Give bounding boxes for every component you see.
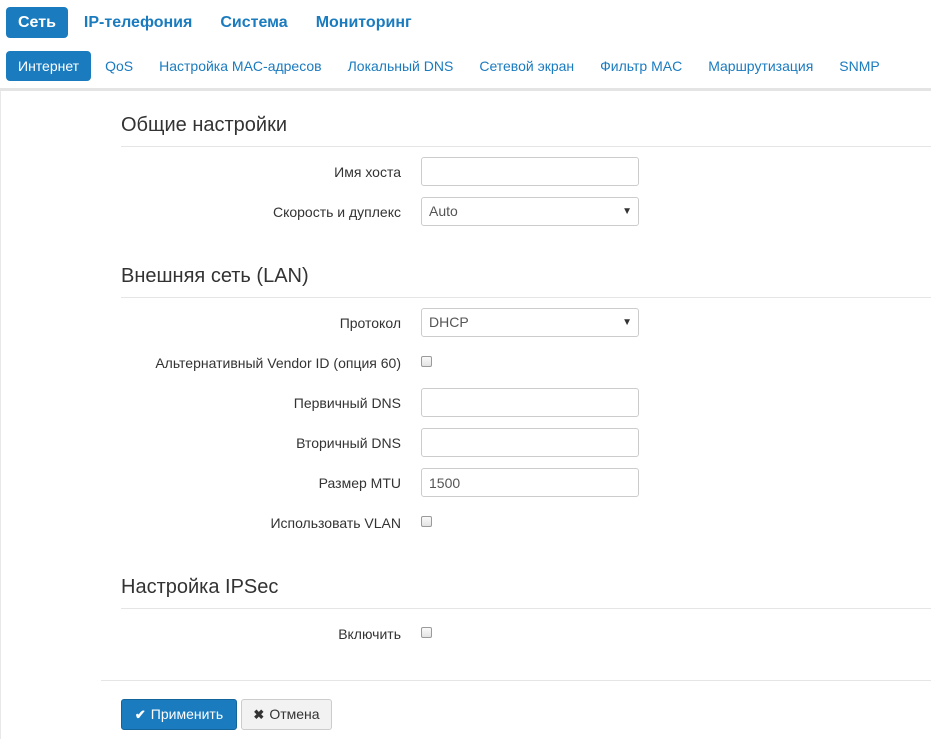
- dropdown-arrow-icon: ▼: [622, 206, 632, 217]
- tab-routing[interactable]: Маршрутизация: [696, 51, 825, 81]
- tab-firewall[interactable]: Сетевой экран: [467, 51, 586, 81]
- vlan-label: Использовать VLAN: [270, 515, 401, 531]
- nav-ip-telephony[interactable]: IP-телефония: [72, 7, 204, 38]
- section-title-ipsec: Настройка IPSec: [121, 576, 279, 598]
- secondary-dns-input[interactable]: [421, 428, 639, 457]
- vlan-checkbox[interactable]: [421, 516, 432, 527]
- tab-qos[interactable]: QoS: [93, 51, 145, 81]
- speed-duplex-label: Скорость и дуплекс: [272, 204, 401, 220]
- speed-duplex-select[interactable]: Auto ▼: [421, 197, 639, 226]
- ipsec-enable-label: Включить: [338, 626, 401, 642]
- section-title-general: Общие настройки: [121, 114, 287, 136]
- protocol-value: DHCP: [429, 314, 469, 330]
- mtu-input[interactable]: [421, 468, 639, 497]
- tab-mac-settings[interactable]: Настройка MAC-адресов: [147, 51, 334, 81]
- ipsec-enable-checkbox[interactable]: [421, 627, 432, 638]
- tab-mac-filter[interactable]: Фильтр MAC: [588, 51, 694, 81]
- apply-button-label: Применить: [150, 706, 224, 722]
- hostname-input[interactable]: [421, 157, 639, 186]
- hostname-label: Имя хоста: [334, 164, 401, 180]
- primary-dns-label: Первичный DNS: [293, 395, 401, 411]
- nav-network[interactable]: Сеть: [6, 6, 68, 38]
- protocol-label: Протокол: [339, 315, 401, 331]
- nav-divider: [0, 88, 931, 91]
- tab-local-dns[interactable]: Локальный DNS: [336, 51, 466, 81]
- sub-nav: Интернет QoS Настройка MAC-адресов Локал…: [6, 51, 894, 81]
- cancel-button-label: Отмена: [269, 706, 320, 722]
- tab-internet[interactable]: Интернет: [6, 51, 92, 81]
- cancel-button[interactable]: ✖ Отмена: [241, 699, 332, 730]
- check-icon: ✔: [134, 707, 146, 722]
- secondary-dns-label: Вторичный DNS: [296, 435, 401, 451]
- speed-duplex-value: Auto: [429, 203, 458, 219]
- close-icon: ✖: [253, 707, 265, 722]
- section-divider-ipsec: [121, 608, 931, 609]
- content-left-border: [0, 91, 1, 739]
- section-title-lan: Внешняя сеть (LAN): [121, 265, 309, 287]
- vendor-id-checkbox[interactable]: [421, 356, 432, 367]
- protocol-select[interactable]: DHCP ▼: [421, 308, 639, 337]
- main-nav: Сеть IP-телефония Система Мониторинг: [6, 6, 428, 38]
- primary-dns-input[interactable]: [421, 388, 639, 417]
- section-divider-general: [121, 146, 931, 147]
- nav-monitoring[interactable]: Мониторинг: [304, 7, 424, 38]
- footer-divider: [101, 680, 931, 681]
- mtu-label: Размер MTU: [318, 475, 401, 491]
- dropdown-arrow-icon: ▼: [622, 317, 632, 328]
- nav-system[interactable]: Система: [208, 7, 299, 38]
- tab-snmp[interactable]: SNMP: [827, 51, 891, 81]
- section-divider-lan: [121, 297, 931, 298]
- vendor-id-label: Альтернативный Vendor ID (опция 60): [155, 355, 401, 371]
- apply-button[interactable]: ✔ Применить: [121, 699, 237, 730]
